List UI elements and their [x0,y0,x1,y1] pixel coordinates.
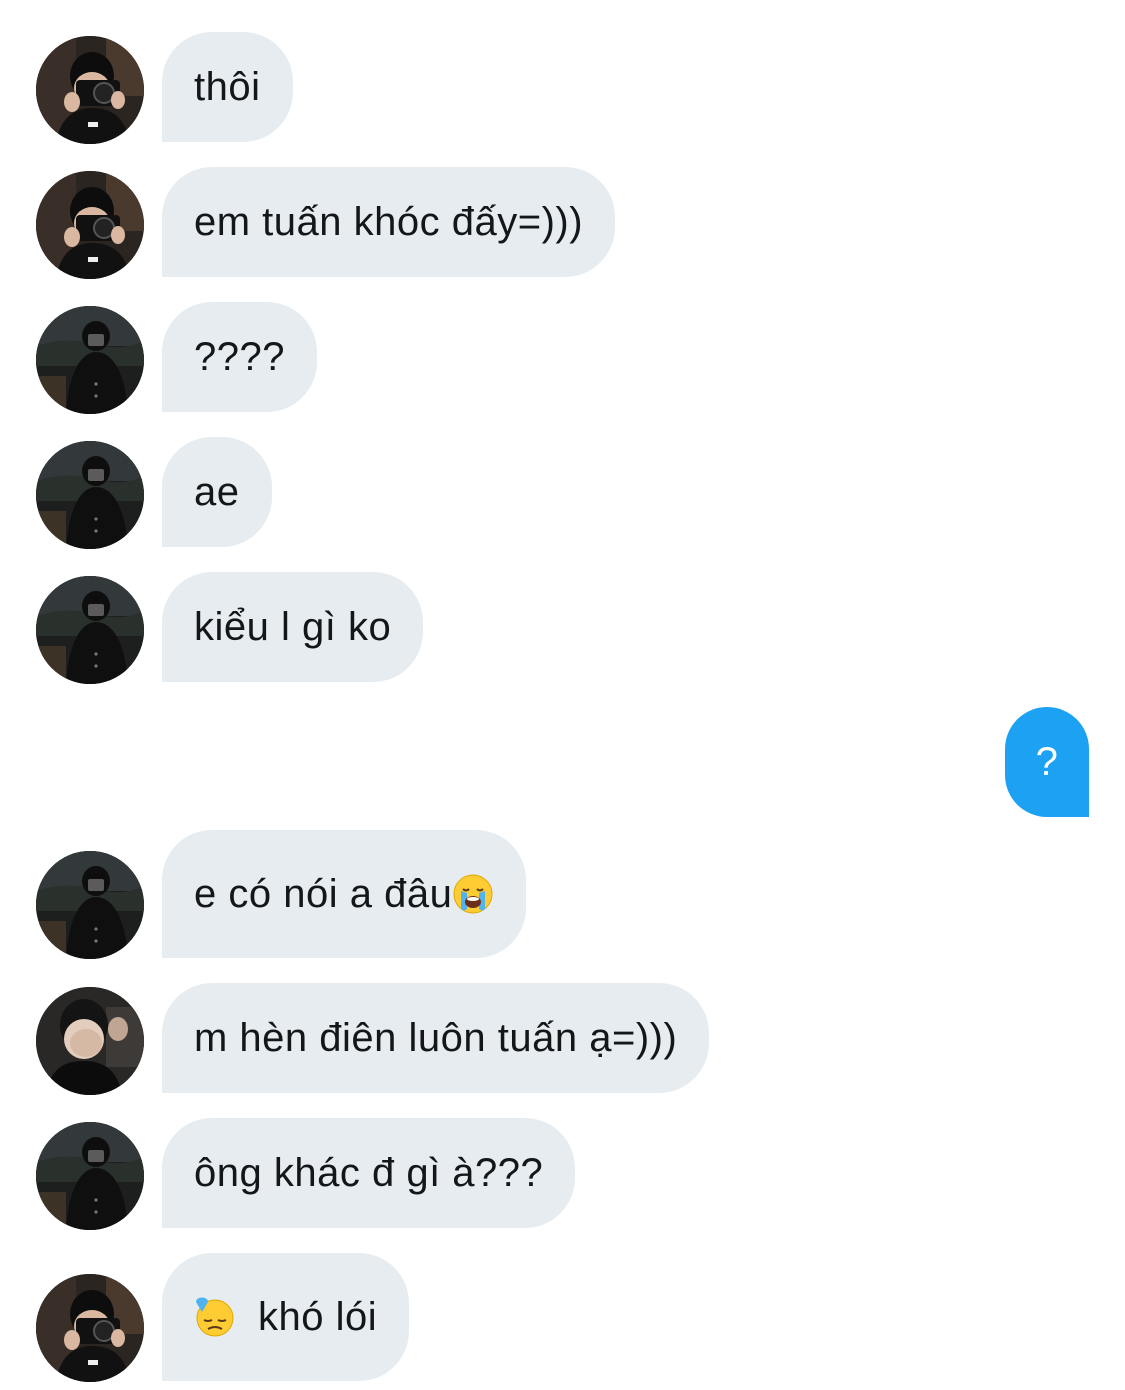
message-row: e có nói a đâu [0,830,1125,959]
message-text: e có nói a đâu [194,872,453,916]
avatar[interactable] [36,1274,144,1382]
message-thread: thôi em tuấn khóc đấy=))) ???? ae kiểu l… [0,0,1125,1390]
message-row-outgoing: ? [0,707,1125,817]
message-bubble[interactable]: ae [162,437,272,547]
avatar[interactable] [36,987,144,1095]
avatar[interactable] [36,171,144,279]
message-text: kiểu l gì ko [194,605,392,649]
avatar[interactable] [36,576,144,684]
outgoing-message-bubble[interactable]: ? [1005,707,1089,817]
message-text: thôi [194,65,261,109]
avatar[interactable] [36,36,144,144]
message-text: ???? [194,335,285,379]
message-row: kiểu l gì ko [0,572,1125,684]
message-bubble[interactable]: em tuấn khóc đấy=))) [162,167,616,277]
loudly-crying-face-icon [452,873,494,915]
message-row: ông khác đ gì à??? [0,1118,1125,1230]
message-bubble[interactable]: ???? [162,302,317,412]
message-row: thôi [0,32,1125,144]
message-bubble[interactable]: ông khác đ gì à??? [162,1118,576,1228]
message-text: em tuấn khóc đấy=))) [194,200,584,244]
message-text: ông khác đ gì à??? [194,1151,544,1195]
message-bubble[interactable]: khó lói [162,1253,410,1381]
message-text: m hèn điên luôn tuấn ạ=))) [194,1016,678,1060]
message-text: khó lói [258,1295,378,1339]
message-bubble[interactable]: kiểu l gì ko [162,572,424,682]
message-row: em tuấn khóc đấy=))) [0,167,1125,279]
message-text: ae [194,470,240,514]
avatar[interactable] [36,1122,144,1230]
avatar[interactable] [36,441,144,549]
message-row: m hèn điên luôn tuấn ạ=))) [0,983,1125,1095]
downcast-sweat-face-icon [194,1296,236,1338]
message-bubble[interactable]: m hèn điên luôn tuấn ạ=))) [162,983,710,1093]
message-row: khó lói [0,1253,1125,1382]
message-row: ???? [0,302,1125,414]
avatar[interactable] [36,306,144,414]
message-bubble[interactable]: e có nói a đâu [162,830,527,958]
avatar[interactable] [36,851,144,959]
message-row: ae [0,437,1125,549]
message-bubble[interactable]: thôi [162,32,293,142]
message-text: ? [1035,740,1059,784]
